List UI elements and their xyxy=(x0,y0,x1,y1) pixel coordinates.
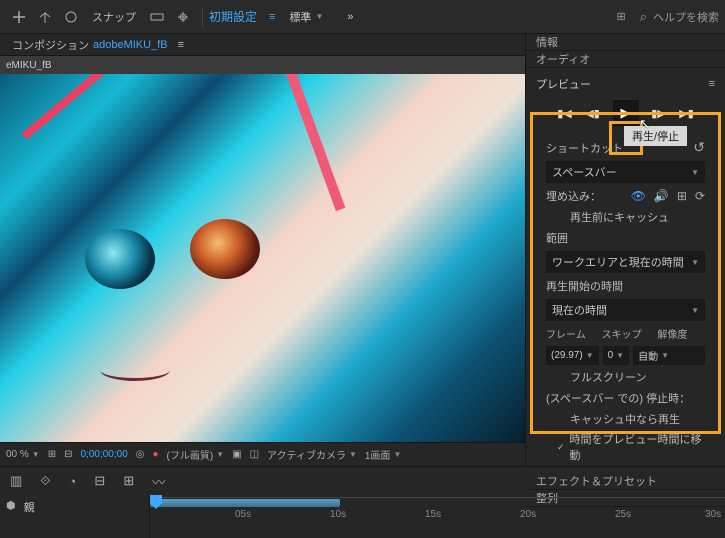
axis-icon[interactable] xyxy=(9,7,29,27)
quality-dropdown[interactable]: (フル画質)▼ xyxy=(167,447,225,462)
opt2-label: 時間をプレビュー時間に移動 xyxy=(569,431,705,463)
cursor-icon: ↖ xyxy=(639,116,650,132)
timecode[interactable]: 0;00;00;00 xyxy=(81,449,128,460)
audio-panel-tab[interactable]: オーディオ xyxy=(526,51,725,68)
more-icon[interactable]: » xyxy=(347,11,353,23)
preset-menu-icon[interactable]: ≡ xyxy=(269,11,275,23)
include-label: 埋め込み： xyxy=(546,188,601,204)
composition-name: adobeMIKU_fB xyxy=(93,39,168,51)
work-area-bar[interactable] xyxy=(150,499,340,507)
time-ruler[interactable]: 05s 10s 15s 20s 25s 30s xyxy=(150,495,725,538)
loop-icon[interactable]: ⟳ xyxy=(695,189,705,203)
chevron-down-icon[interactable]: ▼ xyxy=(315,12,323,21)
separator xyxy=(202,7,203,27)
graph-icon[interactable]: 〰 xyxy=(152,472,165,491)
playfrom-dropdown[interactable]: 現在の時間▼ xyxy=(546,299,705,321)
shortcut-label: ショートカット xyxy=(546,140,623,156)
transport-controls: ▮◀ ◀▮ ▶ ▮▶ ▶▮ ↖ 再生/停止 xyxy=(536,100,715,126)
tick-label: 25s xyxy=(615,509,631,520)
exposure-icon[interactable]: ▣ xyxy=(232,449,241,460)
zoom-dropdown[interactable]: 00 %▼ xyxy=(6,449,40,460)
video-include-icon[interactable]: 👁 xyxy=(631,189,646,203)
opt1-label: キャッシュ中なら再生 xyxy=(570,411,680,427)
tick-label: 30s xyxy=(705,509,721,520)
on-stop-label: (スペースバー での) 停止時： xyxy=(536,387,715,409)
snap-label[interactable]: スナップ xyxy=(92,9,136,25)
opt2-checkbox[interactable]: ✓ xyxy=(556,442,565,452)
tick-label: 10s xyxy=(330,509,346,520)
preset-link[interactable]: 初期設定 xyxy=(209,8,257,25)
composition-viewer[interactable] xyxy=(0,74,525,442)
framerate-header: フレーム xyxy=(546,326,594,341)
panel-menu-icon[interactable]: ≡ xyxy=(178,39,184,51)
fullscreen-checkbox[interactable] xyxy=(556,372,566,382)
switches-icon[interactable]: ⊟ xyxy=(94,473,105,489)
parent-header: 親 xyxy=(24,499,35,515)
channels-icon[interactable]: ● xyxy=(153,449,159,460)
top-toolbar: スナップ 初期設定 ≡ 標準 ▼ » ⊞ ⌕ ヘルプを検索 xyxy=(0,0,725,34)
camera-dropdown[interactable]: アクティブカメラ▼ xyxy=(267,447,357,462)
world-axis-icon[interactable] xyxy=(35,7,55,27)
panel-menu-icon[interactable]: ≡ xyxy=(709,78,715,90)
tick-label: 15s xyxy=(425,509,441,520)
snap-toggle-icon[interactable] xyxy=(147,7,167,27)
effects-panel-tab[interactable]: エフェクト＆プリセット xyxy=(526,473,725,490)
workspace-standard[interactable]: 標準 xyxy=(289,9,311,25)
snapshot-icon[interactable]: ◎ xyxy=(136,449,145,460)
cache-before-label: 再生前にキャッシュ xyxy=(570,209,669,225)
resolution-icon[interactable]: ⊞ xyxy=(48,449,56,460)
current-time-indicator[interactable] xyxy=(150,495,162,511)
skip-header: スキップ xyxy=(602,326,650,341)
fullscreen-label: フルスクリーン xyxy=(570,369,646,385)
first-frame-button[interactable]: ▮◀ xyxy=(557,105,573,121)
viewer-footer: 00 %▼ ⊞ ⊟ 0;00;00;00 ◎ ● (フル画質)▼ ▣ ◫ アクテ… xyxy=(0,442,525,466)
tick-label: 05s xyxy=(235,509,251,520)
resolution-dropdown[interactable]: 自動▼ xyxy=(633,346,705,365)
search-icon: ⌕ xyxy=(640,9,647,25)
layer-columns: ⬢ 親 xyxy=(0,495,150,538)
last-frame-button[interactable]: ▶▮ xyxy=(679,105,695,121)
shy-icon[interactable]: ◔ xyxy=(69,474,77,489)
modes-icon[interactable]: ⊞ xyxy=(123,473,134,489)
playfrom-label: 再生開始の時間 xyxy=(536,275,715,297)
play-button[interactable]: ▶ xyxy=(613,100,639,126)
range-label: 範囲 xyxy=(536,227,715,249)
3d-icon[interactable]: ⬢ xyxy=(6,499,16,512)
collision-icon[interactable] xyxy=(173,7,193,27)
preview-panel: プレビュー ≡ ▮◀ ◀▮ ▶ ▮▶ ▶▮ ↖ 再生/停止 ショートカット ↺ … xyxy=(526,68,725,473)
next-frame-button[interactable]: ▮▶ xyxy=(651,105,667,121)
toggle-panel-icon[interactable]: ⊞ xyxy=(617,10,626,23)
play-tooltip: 再生/停止 xyxy=(624,126,687,146)
tick-label: 20s xyxy=(520,509,536,520)
info-panel-tab[interactable]: 情報 xyxy=(526,34,725,51)
region-icon[interactable]: ◫ xyxy=(250,449,259,460)
composition-label: コンポジション xyxy=(12,37,89,53)
search-input[interactable]: ヘルプを検索 xyxy=(653,9,719,25)
resolution-header: 解像度 xyxy=(657,326,705,341)
skip-dropdown[interactable]: 0▼ xyxy=(603,346,629,365)
prev-frame-button[interactable]: ◀▮ xyxy=(585,105,601,121)
cache-before-checkbox[interactable] xyxy=(556,212,566,222)
grid-icon[interactable]: ⊟ xyxy=(64,449,72,460)
range-dropdown[interactable]: ワークエリアと現在の時間▼ xyxy=(546,251,705,273)
audio-include-icon[interactable]: 🔊 xyxy=(654,189,669,203)
overlay-include-icon[interactable]: ⊞ xyxy=(677,189,687,203)
composition-tab[interactable]: コンポジション adobeMIKU_fB ≡ xyxy=(0,34,525,56)
opt1-checkbox[interactable] xyxy=(556,414,566,424)
render-queue-icon[interactable]: ▥ xyxy=(10,473,22,489)
reset-icon[interactable]: ↺ xyxy=(693,139,705,156)
local-axis-icon[interactable] xyxy=(61,7,81,27)
shortcut-dropdown[interactable]: スペースバー▼ xyxy=(546,161,705,183)
brainstorm-icon[interactable]: ⟐ xyxy=(40,473,50,489)
framerate-dropdown[interactable]: (29.97)▼ xyxy=(546,346,599,365)
flowchart-tab[interactable]: eMIKU_fB xyxy=(0,56,525,74)
preview-title: プレビュー xyxy=(536,76,591,92)
views-dropdown[interactable]: 1画面▼ xyxy=(365,447,401,462)
